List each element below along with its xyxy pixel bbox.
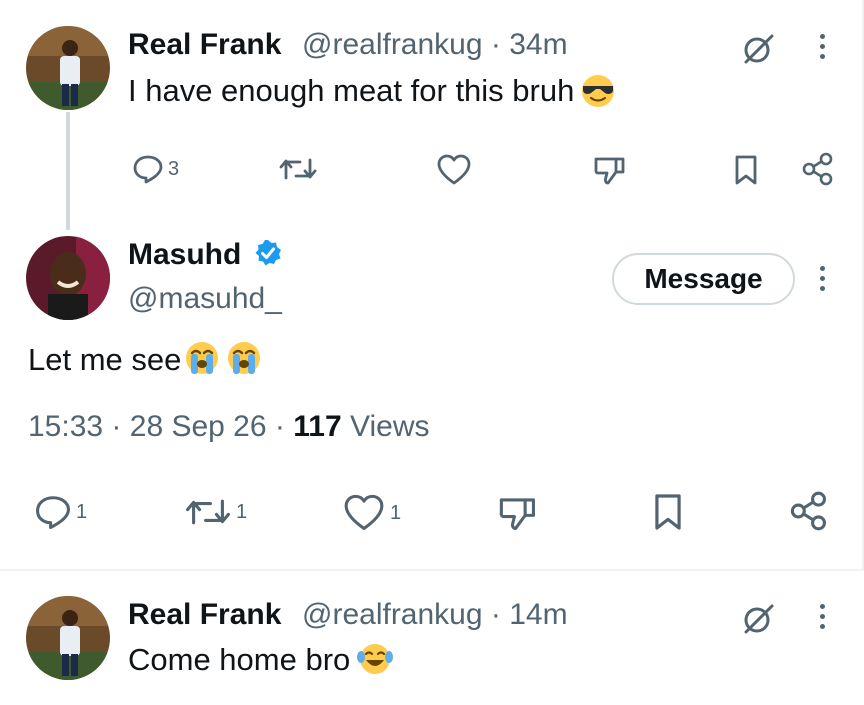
message-button[interactable]: Message	[612, 253, 795, 305]
reply-count: 1	[76, 500, 88, 523]
reply-count: 3	[168, 157, 180, 180]
avatar[interactable]	[26, 236, 110, 320]
bookmark-icon	[655, 494, 681, 530]
thumbs-down-icon	[499, 498, 535, 530]
tears-of-joy-face-icon	[356, 642, 394, 684]
repost-icon	[279, 158, 317, 180]
author-handle[interactable]: @realfrankug · 34m	[302, 28, 568, 62]
dislike-button[interactable]	[592, 154, 628, 186]
grok-icon[interactable]	[742, 32, 776, 66]
repost-icon	[186, 499, 230, 525]
loudly-crying-face-icon	[183, 340, 221, 384]
reply-icon	[36, 496, 70, 529]
reply-button[interactable]: 3	[132, 154, 179, 184]
divider	[0, 569, 864, 571]
repost-button[interactable]: 1	[184, 494, 247, 530]
like-count: 1	[390, 501, 402, 524]
author-handle[interactable]: @masuhd_	[128, 282, 282, 316]
share-button[interactable]	[790, 490, 828, 532]
share-icon	[790, 491, 826, 531]
heart-icon	[437, 154, 471, 185]
share-button[interactable]	[802, 152, 834, 186]
author-handle[interactable]: @realfrankug · 14m	[302, 598, 568, 632]
like-button[interactable]: 1	[342, 494, 401, 532]
bookmark-button[interactable]	[652, 492, 684, 532]
tweet-metadata: 15:33 · 28 Sep 26 · 117 Views	[28, 410, 430, 443]
avatar[interactable]	[26, 596, 110, 680]
views-label: Views	[350, 410, 430, 443]
loudly-crying-face-icon	[225, 340, 263, 384]
verified-badge-icon	[254, 239, 282, 275]
tweet-text: Let me see	[28, 340, 263, 384]
author-name[interactable]: Masuhd	[128, 238, 282, 275]
bookmark-button[interactable]	[733, 154, 759, 186]
reply-button[interactable]: 1	[34, 494, 87, 530]
tweet-date[interactable]: 28 Sep 26	[130, 410, 267, 443]
share-icon	[802, 152, 833, 186]
repost-button[interactable]	[278, 154, 318, 184]
avatar[interactable]	[26, 26, 110, 110]
tweet-text: I have enough meat for this bruh	[128, 73, 616, 115]
author-name[interactable]: Real Frank	[128, 598, 281, 632]
like-button[interactable]	[436, 154, 472, 186]
tweet-text: Come home bro	[128, 642, 394, 684]
heart-icon	[344, 494, 384, 530]
dislike-button[interactable]	[496, 494, 540, 532]
sunglasses-face-icon	[580, 73, 616, 115]
bookmark-icon	[735, 155, 757, 185]
author-name[interactable]: Real Frank	[128, 28, 281, 62]
more-options-icon[interactable]	[817, 604, 827, 634]
views-count: 117	[293, 410, 342, 443]
thumbs-down-icon	[594, 157, 625, 185]
more-options-icon[interactable]	[817, 34, 827, 64]
reply-icon	[133, 155, 163, 184]
repost-count: 1	[236, 500, 248, 523]
grok-icon[interactable]	[742, 602, 776, 636]
thread-connector-line	[66, 112, 70, 230]
more-options-icon[interactable]	[817, 266, 827, 296]
tweet-time[interactable]: 15:33	[28, 410, 103, 443]
